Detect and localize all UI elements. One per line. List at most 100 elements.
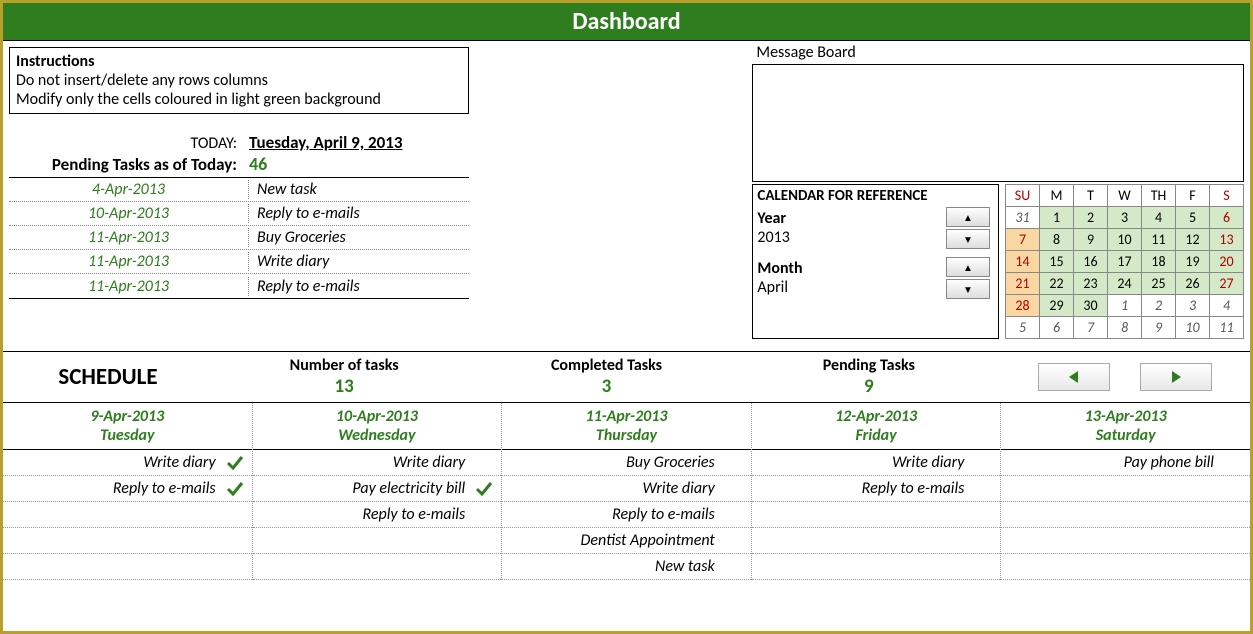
schedule-task-cell[interactable]: Write diary	[502, 476, 751, 502]
message-board-box[interactable]	[752, 64, 1244, 182]
month-up-button[interactable]: ▲	[946, 257, 990, 277]
calendar-day-cell[interactable]: 19	[1176, 251, 1210, 273]
calendar-day-cell[interactable]: 6	[1040, 317, 1074, 339]
calendar-day-cell[interactable]: 5	[1176, 207, 1210, 229]
calendar-day-cell[interactable]: 10	[1108, 229, 1142, 251]
schedule-task-cell[interactable]: Reply to e-mails	[253, 502, 502, 528]
calendar-day-cell[interactable]: 29	[1040, 295, 1074, 317]
calendar-day-cell[interactable]: 3	[1108, 207, 1142, 229]
calendar-day-cell[interactable]: 9	[1142, 317, 1176, 339]
schedule-task-cell[interactable]: Write diary	[253, 450, 502, 476]
calendar-day-cell[interactable]: 4	[1210, 295, 1244, 317]
schedule-task-cell[interactable]	[752, 554, 1001, 580]
schedule-task-cell[interactable]: Reply to e-mails	[752, 476, 1001, 502]
calendar-day-cell[interactable]: 1	[1040, 207, 1074, 229]
calendar-day-cell[interactable]: 9	[1074, 229, 1108, 251]
schedule-task-cell[interactable]: Reply to e-mails	[3, 476, 252, 502]
calendar-day-header: S	[1210, 185, 1244, 207]
calendar-day-cell[interactable]: 2	[1142, 295, 1176, 317]
schedule-task-cell[interactable]	[1001, 502, 1250, 528]
calendar-day-header: W	[1108, 185, 1142, 207]
schedule-prev-button[interactable]	[1038, 363, 1110, 391]
calendar-day-cell[interactable]: 3	[1176, 295, 1210, 317]
calendar-day-header: M	[1040, 185, 1074, 207]
calendar-day-cell[interactable]: 22	[1040, 273, 1074, 295]
calendar-day-header: SU	[1006, 185, 1040, 207]
num-tasks-value: 13	[213, 375, 475, 398]
schedule-task-cell[interactable]: New task	[502, 554, 751, 580]
calendar-day-cell[interactable]: 7	[1074, 317, 1108, 339]
schedule-task-cell[interactable]	[3, 528, 252, 554]
calendar-day-cell[interactable]: 27	[1210, 273, 1244, 295]
pending-task-name: Write diary	[249, 252, 469, 271]
calendar-day-cell[interactable]: 10	[1176, 317, 1210, 339]
calendar-day-cell[interactable]: 11	[1210, 317, 1244, 339]
completed-tasks-value: 3	[475, 375, 737, 398]
schedule-task-cell[interactable]: Write diary	[3, 450, 252, 476]
calendar-day-cell[interactable]: 16	[1074, 251, 1108, 273]
schedule-day-column: 11-Apr-2013ThursdayBuy GroceriesWrite di…	[502, 403, 752, 580]
schedule-task-cell[interactable]: Pay electricity bill	[253, 476, 502, 502]
schedule-task-cell[interactable]: Reply to e-mails	[502, 502, 751, 528]
instructions-line: Modify only the cells coloured in light …	[16, 90, 462, 109]
calendar-day-cell[interactable]: 7	[1006, 229, 1040, 251]
calendar-day-cell[interactable]: 17	[1108, 251, 1142, 273]
schedule-day-date: 9-Apr-2013	[3, 407, 252, 426]
calendar-day-header: TH	[1142, 185, 1176, 207]
schedule-task-cell[interactable]: Pay phone bill	[1001, 450, 1250, 476]
pending-task-name: Reply to e-mails	[249, 204, 469, 223]
calendar-day-cell[interactable]: 20	[1210, 251, 1244, 273]
pending-tasks-table: 4-Apr-2013New task10-Apr-2013Reply to e-…	[9, 177, 469, 299]
schedule-day-dow: Friday	[752, 426, 1001, 445]
schedule-task-cell[interactable]: Dentist Appointment	[502, 528, 751, 554]
calendar-day-cell[interactable]: 28	[1006, 295, 1040, 317]
calendar-day-cell[interactable]: 8	[1108, 317, 1142, 339]
schedule-task-cell[interactable]	[253, 554, 502, 580]
schedule-task-cell[interactable]	[3, 554, 252, 580]
calendar-reference-heading: CALENDAR FOR REFERENCE	[757, 187, 994, 205]
calendar-day-cell[interactable]: 1	[1108, 295, 1142, 317]
schedule-task-cell[interactable]	[1001, 476, 1250, 502]
calendar-day-cell[interactable]: 15	[1040, 251, 1074, 273]
pending-tasks-value: 9	[738, 375, 1000, 398]
schedule-task-cell[interactable]	[752, 502, 1001, 528]
schedule-task-cell[interactable]	[3, 502, 252, 528]
pending-count-value: 46	[249, 153, 267, 175]
calendar-day-cell[interactable]: 12	[1176, 229, 1210, 251]
schedule-task-cell[interactable]: Write diary	[752, 450, 1001, 476]
schedule-heading: SCHEDULE	[3, 363, 213, 391]
calendar-day-cell[interactable]: 2	[1074, 207, 1108, 229]
schedule-next-button[interactable]	[1140, 363, 1212, 391]
instructions-heading: Instructions	[16, 52, 462, 71]
calendar-day-cell[interactable]: 21	[1006, 273, 1040, 295]
calendar-day-cell[interactable]: 13	[1210, 229, 1244, 251]
calendar-day-cell[interactable]: 23	[1074, 273, 1108, 295]
month-down-button[interactable]: ▼	[946, 279, 990, 299]
calendar-day-cell[interactable]: 8	[1040, 229, 1074, 251]
calendar-day-cell[interactable]: 11	[1142, 229, 1176, 251]
schedule-day-header: 11-Apr-2013Thursday	[502, 403, 751, 450]
calendar-day-cell[interactable]: 14	[1006, 251, 1040, 273]
pending-task-row: 11-Apr-2013Buy Groceries	[9, 226, 469, 250]
schedule-task-cell[interactable]	[253, 528, 502, 554]
calendar-day-cell[interactable]: 31	[1006, 207, 1040, 229]
calendar-day-cell[interactable]: 26	[1176, 273, 1210, 295]
today-value: Tuesday, April 9, 2013	[249, 132, 402, 153]
calendar-day-cell[interactable]: 4	[1142, 207, 1176, 229]
calendar-day-cell[interactable]: 25	[1142, 273, 1176, 295]
schedule-task-cell[interactable]	[1001, 554, 1250, 580]
schedule-task-cell[interactable]	[1001, 528, 1250, 554]
checkmark-icon	[475, 480, 493, 503]
calendar-day-cell[interactable]: 5	[1006, 317, 1040, 339]
schedule-task-cell[interactable]: Buy Groceries	[502, 450, 751, 476]
schedule-task-cell[interactable]	[752, 528, 1001, 554]
schedule-day-header: 10-Apr-2013Wednesday	[253, 403, 502, 450]
calendar-day-cell[interactable]: 18	[1142, 251, 1176, 273]
pending-task-date: 4-Apr-2013	[9, 180, 249, 199]
calendar-day-cell[interactable]: 30	[1074, 295, 1108, 317]
year-down-button[interactable]: ▼	[946, 229, 990, 249]
pending-task-name: Buy Groceries	[249, 228, 469, 247]
year-up-button[interactable]: ▲	[946, 207, 990, 227]
calendar-day-cell[interactable]: 24	[1108, 273, 1142, 295]
calendar-day-cell[interactable]: 6	[1210, 207, 1244, 229]
